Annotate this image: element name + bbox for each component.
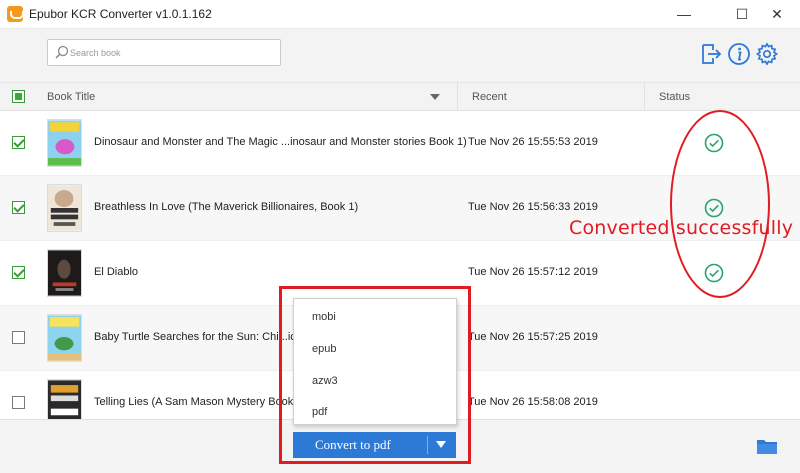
book-title: Breathless In Love (The Maverick Billion…: [94, 201, 359, 213]
table-header: Book Title Recent Status: [0, 82, 800, 111]
book-title: El Diablo: [94, 266, 139, 278]
book-title: Dinosaur and Monster and The Magic ...in…: [94, 136, 467, 148]
column-header-title[interactable]: Book Title: [47, 91, 95, 103]
recent-date: Tue Nov 26 15:57:12 2019: [468, 266, 598, 278]
column-header-status[interactable]: Status: [659, 91, 690, 103]
row-checkbox[interactable]: [12, 136, 25, 149]
search-input[interactable]: [70, 43, 275, 62]
annotation-highlight-box: [279, 286, 471, 464]
minimize-button[interactable]: —: [661, 0, 707, 28]
info-icon[interactable]: [727, 42, 751, 66]
column-divider: [457, 83, 458, 111]
row-checkbox[interactable]: [12, 396, 25, 409]
toolbar: [0, 28, 800, 82]
row-checkbox[interactable]: [12, 201, 25, 214]
row-checkbox[interactable]: [12, 331, 25, 344]
close-button[interactable]: ✕: [754, 0, 800, 28]
exit-icon[interactable]: [699, 42, 723, 66]
recent-date: Tue Nov 26 15:58:08 2019: [468, 396, 598, 408]
title-bar: Epubor KCR Converter v1.0.1.162 — ☐ ✕: [0, 0, 800, 28]
column-divider: [644, 83, 645, 111]
book-title: Telling Lies (A Sam Mason Mystery Book 1…: [94, 396, 307, 408]
folder-icon[interactable]: [756, 437, 778, 455]
book-cover-image: [47, 379, 82, 419]
recent-date: Tue Nov 26 15:55:53 2019: [468, 136, 598, 148]
book-cover-image: [47, 249, 82, 297]
recent-date: Tue Nov 26 15:56:33 2019: [468, 201, 598, 213]
select-all-checkbox[interactable]: [12, 90, 25, 103]
annotation-label: Converted successfully: [569, 217, 794, 239]
app-logo-icon: [7, 6, 24, 22]
book-cover-image: [47, 119, 82, 167]
book-cover-image: [47, 314, 82, 362]
annotation-ellipse: [670, 110, 770, 298]
book-cover-image: [47, 184, 82, 232]
sort-down-icon[interactable]: [430, 94, 440, 100]
gear-icon[interactable]: [755, 42, 779, 66]
row-checkbox[interactable]: [12, 266, 25, 279]
recent-date: Tue Nov 26 15:57:25 2019: [468, 331, 598, 343]
column-header-recent[interactable]: Recent: [472, 91, 507, 103]
search-box[interactable]: [47, 39, 281, 66]
search-icon: [55, 45, 69, 59]
window-title: Epubor KCR Converter v1.0.1.162: [29, 7, 212, 21]
